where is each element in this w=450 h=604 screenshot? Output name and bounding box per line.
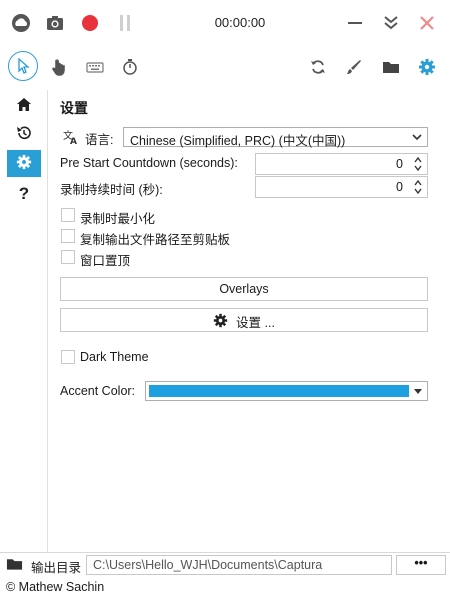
output-folder-bar: 输出目录 ••• — [0, 552, 450, 576]
folder-icon[interactable] — [379, 55, 403, 79]
chevron-down-icon — [412, 131, 422, 145]
output-path-input[interactable] — [87, 556, 391, 574]
collapse-icon[interactable] — [380, 12, 402, 34]
accent-color-swatch — [149, 385, 409, 397]
title-bar: 00:00:00 — [0, 0, 450, 46]
sidebar: ? — [0, 90, 48, 552]
advanced-settings-label: 设置 ... — [236, 316, 275, 330]
duration-label: 录制持续时间 (秒): — [60, 183, 163, 197]
copy-path-checkbox[interactable] — [61, 229, 75, 243]
duration-value: 0 — [396, 180, 403, 194]
gear-icon[interactable] — [415, 55, 439, 79]
pause-icon[interactable] — [114, 12, 136, 34]
cursor-icon[interactable] — [8, 51, 38, 81]
settings-panel: 设置 文A 语言: Chinese (Simplified, PRC) (中文(… — [60, 90, 432, 550]
stopwatch-icon[interactable] — [118, 55, 142, 79]
sidebar-item-history[interactable] — [7, 121, 41, 148]
duration-row: 录制持续时间 (秒): 0 — [60, 176, 428, 198]
always-on-top-label: 窗口置顶 — [80, 254, 131, 268]
output-path-field[interactable] — [86, 555, 392, 575]
duration-stepper[interactable]: 0 — [255, 176, 428, 198]
svg-text:A: A — [70, 137, 77, 145]
minimize-on-record-checkbox[interactable] — [61, 208, 75, 222]
spin-arrows-icon[interactable] — [413, 155, 423, 173]
toolbar — [0, 46, 450, 88]
home-icon — [16, 97, 32, 115]
advanced-settings-button[interactable]: 设置 ... — [60, 308, 428, 332]
gear-icon — [213, 313, 228, 331]
language-row: 文A 语言: Chinese (Simplified, PRC) (中文(中国)… — [60, 126, 428, 148]
language-select-value: Chinese (Simplified, PRC) (中文(中国)) — [130, 134, 346, 148]
dark-theme-checkbox[interactable] — [61, 350, 75, 364]
recording-timer: 00:00:00 — [214, 15, 266, 30]
minimize-on-record-row[interactable]: 录制时最小化 — [60, 205, 428, 227]
countdown-row: Pre Start Countdown (seconds): 0 — [60, 153, 428, 175]
language-label: 语言: — [85, 133, 114, 147]
page-title: 设置 — [60, 100, 88, 116]
spin-arrows-icon[interactable] — [413, 178, 423, 196]
copy-path-label: 复制输出文件路径至剪贴板 — [80, 233, 231, 247]
countdown-value: 0 — [396, 157, 403, 171]
gear-icon — [16, 154, 32, 173]
camera-icon[interactable] — [44, 12, 66, 34]
countdown-stepper[interactable]: 0 — [255, 153, 428, 175]
dark-theme-label: Dark Theme — [80, 350, 149, 364]
sidebar-item-settings[interactable] — [7, 150, 41, 177]
chevron-down-icon[interactable] — [413, 385, 423, 399]
language-select[interactable]: Chinese (Simplified, PRC) (中文(中国)) — [123, 127, 428, 148]
minimize-icon[interactable] — [344, 12, 366, 34]
capture-logo-icon[interactable] — [10, 12, 32, 34]
history-icon — [16, 125, 32, 144]
keyboard-icon[interactable] — [83, 55, 107, 79]
always-on-top-row[interactable]: 窗口置顶 — [60, 247, 428, 269]
overlays-button-label: Overlays — [219, 282, 269, 296]
folder-icon[interactable] — [6, 557, 23, 574]
brush-icon[interactable] — [342, 55, 366, 79]
refresh-icon[interactable] — [306, 55, 330, 79]
accent-color-picker[interactable] — [145, 381, 428, 401]
help-icon: ? — [18, 183, 30, 203]
accent-color-label: Accent Color: — [60, 384, 136, 398]
close-icon[interactable] — [416, 12, 438, 34]
always-on-top-checkbox[interactable] — [61, 250, 75, 264]
minimize-on-record-label: 录制时最小化 — [80, 212, 156, 226]
overlays-button[interactable]: Overlays — [60, 277, 428, 301]
browse-button[interactable]: ••• — [396, 555, 446, 575]
output-folder-label: 输出目录 — [31, 561, 82, 575]
click-hand-icon[interactable] — [48, 55, 72, 79]
sidebar-item-home[interactable] — [7, 92, 41, 119]
countdown-label: Pre Start Countdown (seconds): — [60, 156, 238, 170]
copy-path-row[interactable]: 复制输出文件路径至剪贴板 — [60, 226, 428, 248]
record-icon[interactable] — [79, 12, 101, 34]
sidebar-item-help[interactable]: ? — [7, 180, 41, 207]
dark-theme-row[interactable]: Dark Theme — [60, 347, 428, 369]
translate-icon: 文A — [63, 129, 79, 148]
copyright-text: © Mathew Sachin — [6, 580, 105, 594]
